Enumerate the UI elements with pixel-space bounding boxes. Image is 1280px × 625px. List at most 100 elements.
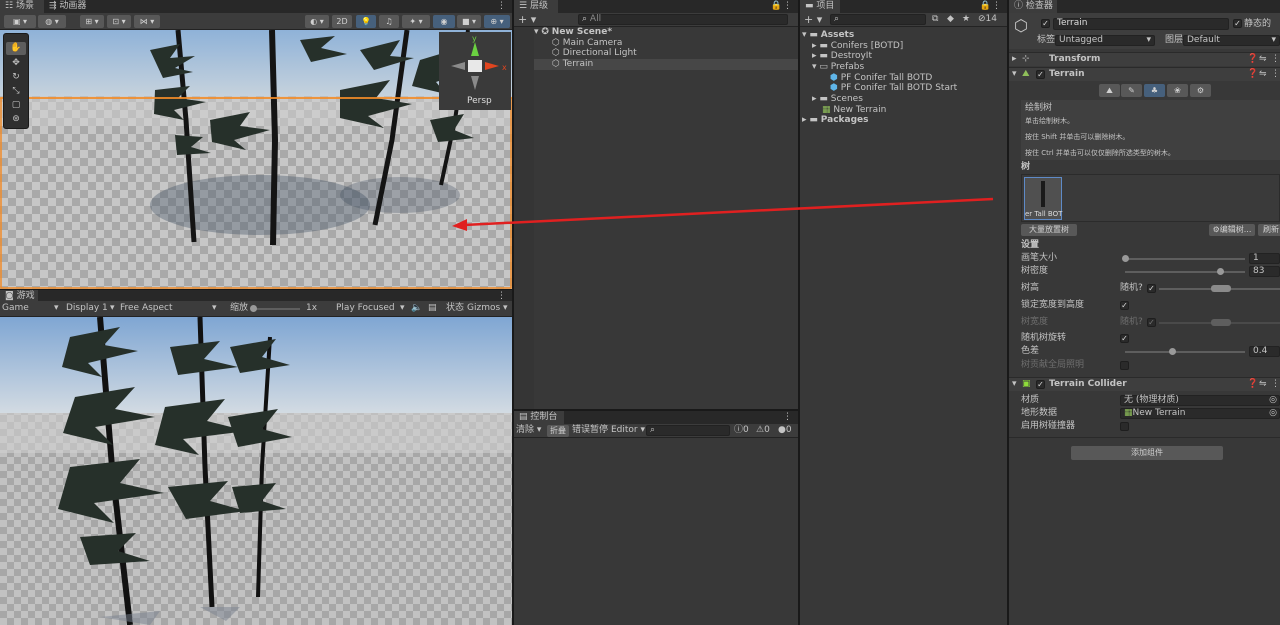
- create-neighbor-icon[interactable]: ⛰: [1099, 84, 1120, 97]
- random-rotation-checkbox[interactable]: ✓: [1120, 334, 1129, 343]
- terrain-data-field[interactable]: ▦New Terrain ◎: [1120, 408, 1280, 419]
- help-icon[interactable]: ❓: [1247, 54, 1258, 65]
- component-menu-icon[interactable]: ⋮: [1271, 69, 1280, 80]
- rect-tool-icon[interactable]: ▢: [6, 99, 26, 112]
- grid-snap-button[interactable]: ⊞ ▾: [80, 15, 104, 28]
- project-item-prefabs[interactable]: ▾ ▭ Prefabs: [812, 62, 864, 73]
- help-icon[interactable]: ❓: [1247, 379, 1258, 390]
- create-button[interactable]: + ▾: [518, 14, 536, 25]
- hierarchy-item-terrain[interactable]: ⬡ Terrain: [534, 59, 798, 70]
- hidden-packages-count[interactable]: ⊘14: [978, 14, 997, 25]
- camera-dropdown[interactable]: ■ ▾: [457, 15, 481, 28]
- lock-icon[interactable]: 🔒: [980, 1, 991, 12]
- display-dropdown[interactable]: Display 1 ▾: [66, 303, 118, 314]
- tree-prototype-item[interactable]: er Tall BOT: [1024, 177, 1062, 220]
- game-viewport[interactable]: [0, 317, 512, 625]
- hierarchy-search-input[interactable]: ⌕ All: [578, 14, 788, 25]
- terrain-settings-icon[interactable]: ⚙: [1190, 84, 1211, 97]
- hand-tool-icon[interactable]: ✋: [6, 42, 26, 55]
- info-count[interactable]: ⓘ0: [734, 425, 749, 436]
- editor-dropdown[interactable]: Editor ▾: [611, 425, 645, 436]
- console-menu-icon[interactable]: ⋮: [783, 412, 792, 423]
- stats-toggle-icon[interactable]: ▤: [428, 303, 437, 314]
- create-asset-button[interactable]: + ▾: [804, 14, 822, 25]
- panel-menu-icon[interactable]: ⋮: [497, 1, 506, 12]
- add-component-button[interactable]: 添加组件: [1071, 446, 1223, 460]
- hierarchy-item-scene[interactable]: ▾ ✪ New Scene*: [534, 27, 798, 38]
- search-by-type-icon[interactable]: ⧉: [932, 14, 938, 25]
- gizmos-dropdown[interactable]: ⊕ ▾: [484, 15, 510, 28]
- aspect-dropdown[interactable]: Free Aspect ▾: [120, 303, 220, 314]
- tab-inspector[interactable]: ⓘ 检查器: [1009, 0, 1057, 13]
- draw-mode-dropdown[interactable]: ▣ ▾: [4, 15, 36, 28]
- project-item-packages[interactable]: ▸ ▬ Packages: [802, 115, 869, 126]
- favorites-icon[interactable]: ★: [962, 14, 970, 25]
- tag-dropdown[interactable]: Untagged ▾: [1055, 35, 1155, 46]
- project-item-destroyit[interactable]: ▸ ▬ DestroyIt: [812, 51, 872, 62]
- project-item-scenes[interactable]: ▸ ▬ Scenes: [812, 94, 863, 105]
- terrain-header[interactable]: ▾ ⛰ ✓ Terrain ❓ ⇋ ⋮: [1009, 67, 1280, 81]
- object-name-field[interactable]: Terrain: [1053, 18, 1229, 30]
- console-search-input[interactable]: ⌕: [646, 425, 730, 436]
- hierarchy-item-main-camera[interactable]: ⬡ Main Camera: [552, 38, 622, 49]
- scene-viewport[interactable]: ✋ ✥ ↻ ⤡ ▢ ⊛ y x Persp: [0, 30, 512, 289]
- brush-size-slider[interactable]: [1125, 258, 1245, 260]
- mute-audio-icon[interactable]: 🔈: [411, 303, 422, 314]
- refresh-button[interactable]: 刷新: [1258, 224, 1280, 236]
- color-variation-field[interactable]: 0.4: [1249, 346, 1280, 357]
- material-field[interactable]: 无 (物理材质) ◎: [1120, 395, 1280, 406]
- toggle-2d-button[interactable]: 2D: [332, 15, 352, 28]
- terrain-enabled-checkbox[interactable]: ✓: [1036, 70, 1045, 79]
- shading-dropdown[interactable]: ◐ ▾: [305, 15, 329, 28]
- tree-density-field[interactable]: 83: [1249, 266, 1280, 277]
- hierarchy-menu-icon[interactable]: ⋮: [783, 1, 792, 12]
- project-item-conifer-tall[interactable]: ⬢ PF Conifer Tall BOTD: [830, 73, 932, 84]
- project-menu-icon[interactable]: ⋮: [992, 1, 1001, 12]
- search-by-label-icon[interactable]: ◆: [947, 14, 954, 25]
- edit-trees-button[interactable]: ⚙编辑树...: [1209, 224, 1255, 236]
- error-pause-button[interactable]: 错误暂停: [572, 425, 608, 436]
- component-menu-icon[interactable]: ⋮: [1271, 379, 1280, 390]
- persp-label[interactable]: Persp: [467, 96, 492, 107]
- paint-terrain-icon[interactable]: ✎: [1121, 84, 1142, 97]
- lock-width-checkbox[interactable]: ✓: [1120, 301, 1129, 310]
- color-variation-knob[interactable]: [1169, 348, 1176, 355]
- brush-size-field[interactable]: 1: [1249, 253, 1280, 264]
- stats-button[interactable]: 状态: [446, 303, 464, 314]
- project-item-conifers[interactable]: ▸ ▬ Conifers [BOTD]: [812, 41, 903, 52]
- lighting-toggle-icon[interactable]: 💡: [356, 15, 376, 28]
- hierarchy-item-directional-light[interactable]: ⬡ Directional Light: [552, 48, 637, 59]
- static-checkbox[interactable]: ✓: [1233, 19, 1242, 28]
- collider-enabled-checkbox[interactable]: ✓: [1036, 380, 1045, 389]
- render-mode-dropdown[interactable]: ◍ ▾: [38, 15, 66, 28]
- audio-toggle-icon[interactable]: ♫: [379, 15, 399, 28]
- project-item-new-terrain[interactable]: ▦ New Terrain: [822, 105, 886, 116]
- tree-density-slider[interactable]: [1125, 271, 1245, 273]
- object-active-checkbox[interactable]: ✓: [1041, 19, 1050, 28]
- scale-tool-icon[interactable]: ⤡: [6, 85, 26, 98]
- tab-project[interactable]: ▬ 项目: [800, 0, 840, 13]
- tab-hierarchy[interactable]: ☰ 层级: [514, 0, 558, 13]
- tree-height-range-handle[interactable]: [1211, 285, 1231, 292]
- project-item-conifer-tall-start[interactable]: ⬢ PF Conifer Tall BOTD Start: [830, 83, 957, 94]
- tree-height-random-checkbox[interactable]: ✓: [1147, 284, 1156, 293]
- tree-density-knob[interactable]: [1217, 268, 1224, 275]
- rotate-tool-icon[interactable]: ↻: [6, 71, 26, 84]
- orientation-gizmo[interactable]: y x Persp: [439, 32, 511, 110]
- paint-details-icon[interactable]: ❀: [1167, 84, 1188, 97]
- preset-icon[interactable]: ⇋: [1259, 379, 1267, 390]
- paint-trees-icon[interactable]: ♣: [1144, 84, 1165, 97]
- project-item-assets[interactable]: ▾ ▬ Assets: [802, 30, 854, 41]
- game-view-dropdown[interactable]: Game ▾: [2, 303, 60, 314]
- preset-icon[interactable]: ⇋: [1259, 69, 1267, 80]
- collapse-button[interactable]: 折叠: [547, 425, 569, 437]
- scale-slider[interactable]: [252, 308, 300, 310]
- lock-icon[interactable]: 🔒: [771, 1, 782, 12]
- color-variation-slider[interactable]: [1125, 351, 1245, 353]
- transform-tool-icon[interactable]: ⊛: [6, 113, 26, 126]
- scale-slider-knob[interactable]: [250, 305, 257, 312]
- play-mode-dropdown[interactable]: Play Focused ▾: [336, 303, 406, 314]
- component-menu-icon[interactable]: ⋮: [1271, 54, 1280, 65]
- preset-icon[interactable]: ⇋: [1259, 54, 1267, 65]
- increment-snap-button[interactable]: ⋈ ▾: [134, 15, 160, 28]
